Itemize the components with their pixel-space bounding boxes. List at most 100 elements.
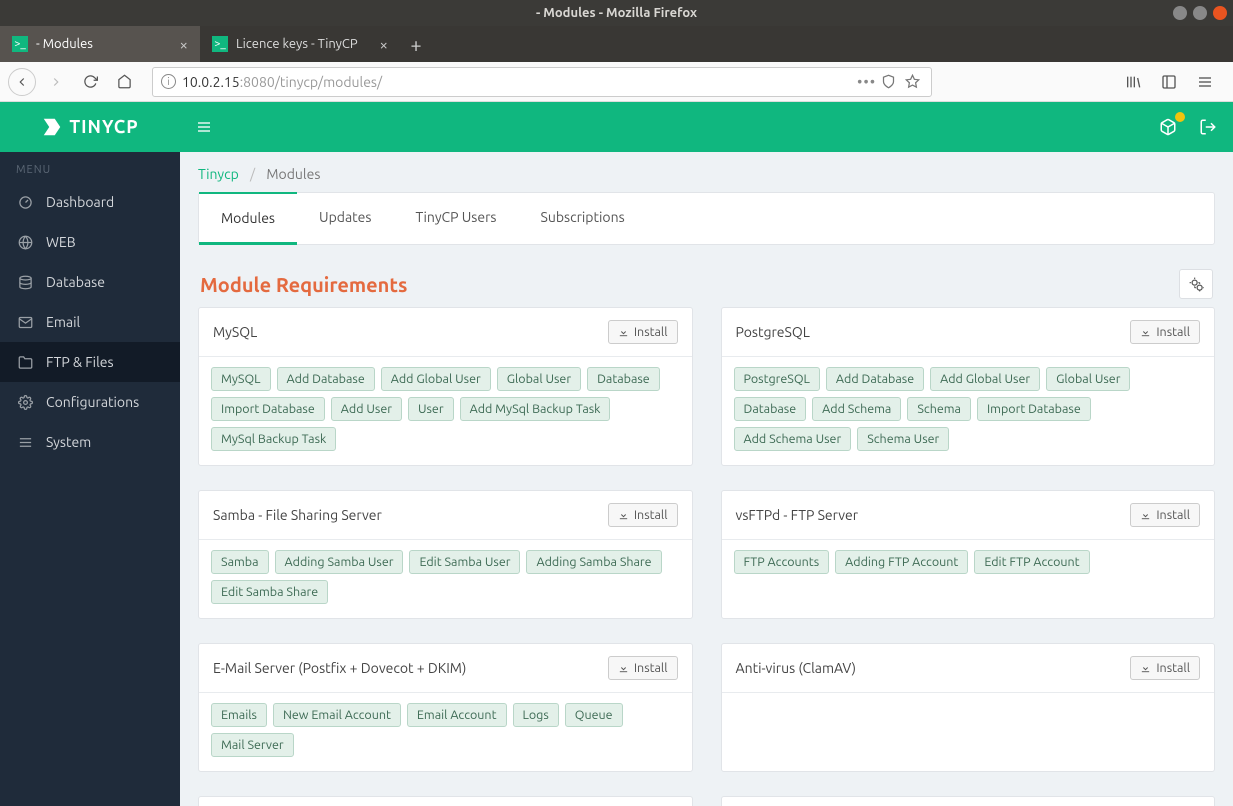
module-tag[interactable]: Mail Server (211, 733, 294, 757)
more-actions-icon[interactable]: ••• (857, 73, 875, 90)
module-tag[interactable]: Add Database (277, 367, 375, 391)
logout-icon[interactable] (1199, 118, 1217, 136)
module-tag[interactable]: Add User (331, 397, 402, 421)
module-title: E-Mail Server (Postfix + Dovecot + DKIM) (213, 660, 466, 676)
new-tab-button[interactable]: + (400, 26, 432, 62)
reload-button[interactable] (76, 68, 104, 96)
tab-close-icon[interactable]: × (380, 36, 388, 53)
brand[interactable]: TINYCP (0, 102, 180, 152)
content-area: Tinycp / Modules ModulesUpdatesTinyCP Us… (180, 152, 1233, 806)
sidebar-item-system[interactable]: System (0, 422, 180, 462)
menu-header: MENU (0, 152, 180, 182)
mail-icon (18, 315, 34, 330)
module-tag[interactable]: MySQL (211, 367, 271, 391)
tab-subscriptions[interactable]: Subscriptions (518, 193, 646, 244)
browser-tab-modules[interactable]: >_ - Modules × (0, 26, 200, 62)
module-tag[interactable]: Global User (1046, 367, 1130, 391)
window-title: - Modules - Mozilla Firefox (536, 6, 697, 20)
install-button[interactable]: Install (608, 320, 678, 344)
tab-updates[interactable]: Updates (297, 193, 393, 244)
sidebar-item-email[interactable]: Email (0, 302, 180, 342)
module-tag[interactable]: Adding Samba Share (526, 550, 661, 574)
sidebar-toggle-button[interactable] (196, 119, 212, 135)
sidebar-item-label: Database (46, 274, 105, 290)
sidebar-item-configurations[interactable]: Configurations (0, 382, 180, 422)
back-button[interactable] (8, 68, 36, 96)
settings-button[interactable] (1179, 269, 1213, 299)
forward-button[interactable] (42, 68, 70, 96)
sidebar-item-database[interactable]: Database (0, 262, 180, 302)
module-tag[interactable]: Global User (497, 367, 581, 391)
sidebar-item-label: FTP & Files (46, 354, 114, 370)
library-icon[interactable] (1121, 68, 1145, 96)
module-title: PostgreSQL (736, 324, 810, 340)
module-tag[interactable]: Import Database (211, 397, 325, 421)
module-tag[interactable]: Edit Samba User (409, 550, 520, 574)
module-title: Anti-virus (ClamAV) (736, 660, 856, 676)
sidebar-item-label: System (46, 434, 91, 450)
module-tag[interactable]: Logs (513, 703, 559, 727)
module-tag[interactable]: Emails (211, 703, 267, 727)
module-tag[interactable]: Email Account (407, 703, 507, 727)
module-tag[interactable]: Adding Samba User (275, 550, 404, 574)
window-maximize-button[interactable] (1193, 6, 1207, 20)
module-tag[interactable]: PostgreSQL (734, 367, 820, 391)
tab-tinycp-users[interactable]: TinyCP Users (393, 193, 518, 244)
breadcrumb-root[interactable]: Tinycp (198, 166, 239, 182)
module-tag[interactable]: Schema User (857, 427, 949, 451)
folder-icon (18, 355, 34, 370)
tab-close-icon[interactable]: × (180, 36, 188, 53)
window-close-button[interactable] (1213, 6, 1227, 20)
install-button[interactable]: Install (608, 656, 678, 680)
tab-favicon-icon: >_ (212, 36, 228, 52)
module-tag[interactable]: New Email Account (273, 703, 401, 727)
install-button[interactable]: Install (1130, 320, 1200, 344)
menu-icon[interactable] (1193, 68, 1217, 96)
install-button[interactable]: Install (1130, 656, 1200, 680)
browser-tab-licence[interactable]: >_ Licence keys - TinyCP × (200, 26, 400, 62)
sidebar-item-web[interactable]: WEB (0, 222, 180, 262)
browser-tabbar: >_ - Modules × >_ Licence keys - TinyCP … (0, 26, 1233, 62)
module-tag[interactable]: Adding FTP Account (835, 550, 968, 574)
module-card: MySQLInstallMySQLAdd DatabaseAdd Global … (198, 307, 693, 466)
module-tag[interactable]: FTP Accounts (734, 550, 830, 574)
module-tag[interactable]: Add Global User (381, 367, 491, 391)
module-title: Samba - File Sharing Server (213, 507, 382, 523)
module-tag[interactable]: MySql Backup Task (211, 427, 336, 451)
home-button[interactable] (110, 68, 138, 96)
install-button[interactable]: Install (1130, 503, 1200, 527)
module-tag[interactable]: Edit FTP Account (974, 550, 1089, 574)
window-controls (1173, 6, 1227, 20)
tag-list: SambaAdding Samba UserEdit Samba UserAdd… (211, 550, 680, 604)
sidebar-item-dashboard[interactable]: Dashboard (0, 182, 180, 222)
module-tag[interactable]: Schema (907, 397, 971, 421)
breadcrumb: Tinycp / Modules (198, 166, 1215, 182)
module-tag[interactable]: Database (734, 397, 807, 421)
module-tag[interactable]: Add Schema User (734, 427, 852, 451)
sidebar-icon[interactable] (1157, 68, 1181, 96)
module-tag[interactable]: Edit Samba Share (211, 580, 328, 604)
module-tag[interactable]: Database (587, 367, 660, 391)
bookmark-star-icon[interactable] (905, 74, 923, 89)
module-tag[interactable]: Samba (211, 550, 269, 574)
install-button[interactable]: Install (608, 503, 678, 527)
module-card: vsFTPd - FTP ServerInstallFTP AccountsAd… (721, 490, 1216, 619)
packages-icon[interactable] (1159, 118, 1177, 136)
site-info-icon[interactable]: i (161, 74, 176, 89)
module-tag[interactable]: Add Global User (930, 367, 1040, 391)
tab-modules[interactable]: Modules (199, 192, 297, 245)
module-tag[interactable]: Add Schema (812, 397, 901, 421)
module-tag[interactable]: Queue (565, 703, 623, 727)
module-tag[interactable]: Add Database (826, 367, 924, 391)
window-titlebar: - Modules - Mozilla Firefox (0, 0, 1233, 26)
window-minimize-button[interactable] (1173, 6, 1187, 20)
module-tag[interactable]: User (408, 397, 454, 421)
sidebar-item-ftp-files[interactable]: FTP & Files (0, 342, 180, 382)
module-tag[interactable]: Import Database (977, 397, 1091, 421)
module-tag[interactable]: Add MySql Backup Task (460, 397, 611, 421)
address-bar[interactable]: i 10.0.2.15:8080/tinycp/modules/ ••• (152, 67, 932, 97)
shield-icon[interactable] (881, 74, 899, 89)
tag-list: PostgreSQLAdd DatabaseAdd Global UserGlo… (734, 367, 1203, 451)
notification-badge (1175, 112, 1185, 122)
sidebar-item-label: Configurations (46, 394, 139, 410)
